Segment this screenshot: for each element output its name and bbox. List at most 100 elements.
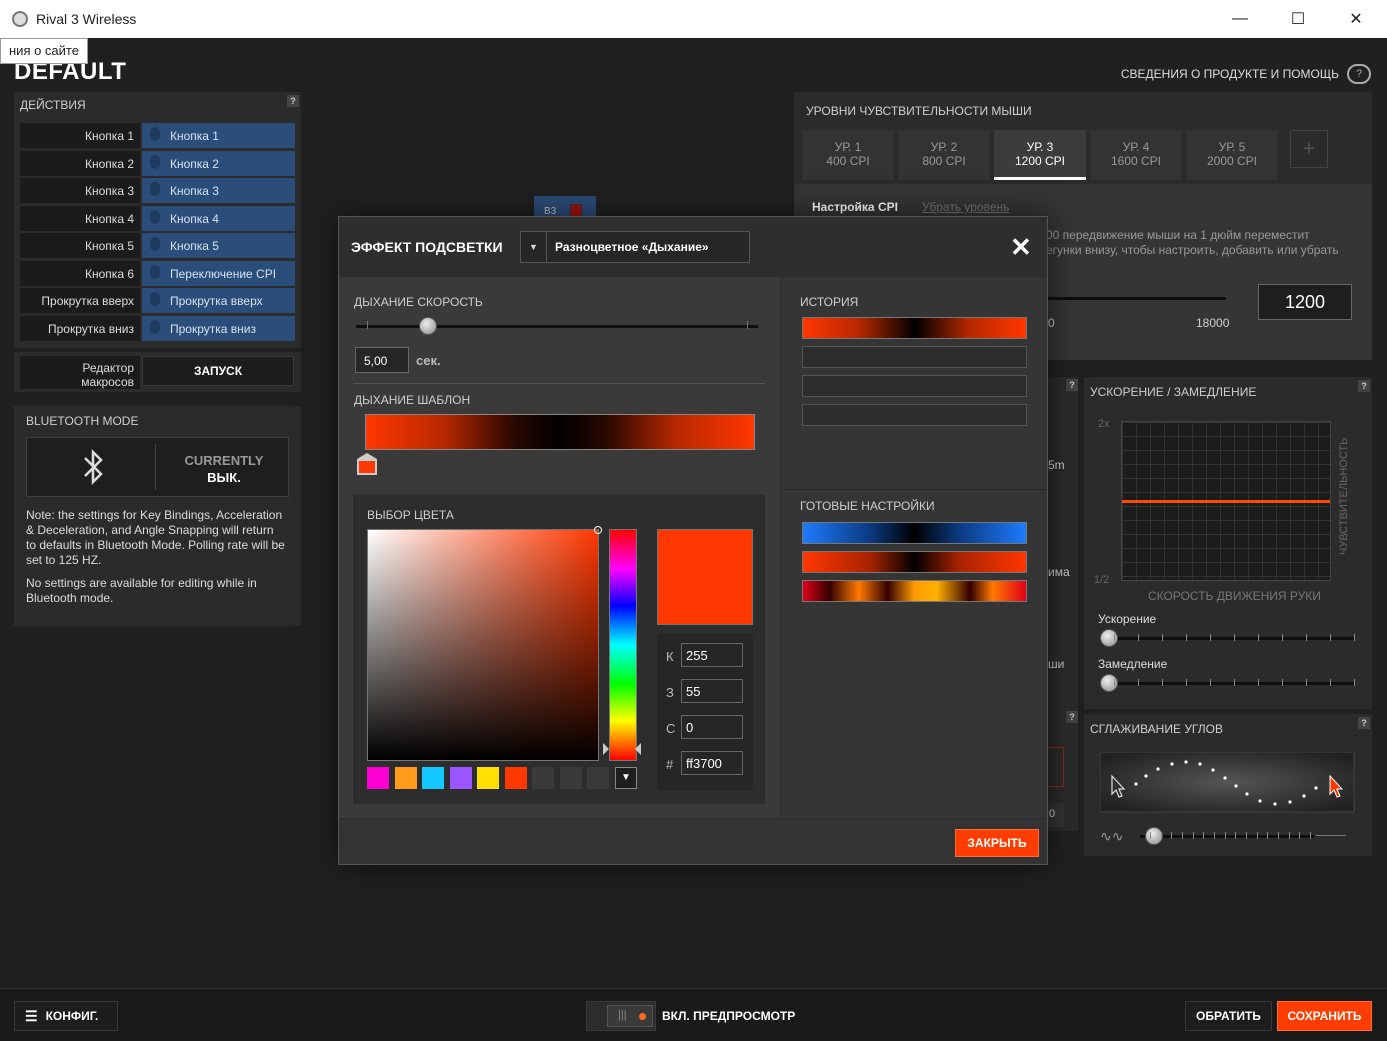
action-binding[interactable]: Кнопка 3 (142, 178, 295, 203)
action-row[interactable]: Кнопка 6 Переключение CPI (20, 260, 295, 286)
action-binding[interactable]: Прокрутка вниз (142, 315, 295, 341)
action-row[interactable]: Кнопка 3 Кнопка 3 (20, 178, 295, 203)
action-binding[interactable]: Кнопка 4 (142, 205, 295, 231)
cpi-slider[interactable] (1046, 297, 1226, 300)
speed-tick-min (367, 321, 368, 329)
cpi-level-name: УР. 3 (1026, 140, 1054, 154)
action-row[interactable]: Кнопка 5 Кнопка 5 (20, 233, 295, 258)
accel-slider-track[interactable] (1102, 637, 1354, 640)
close-window-button[interactable]: ✕ (1327, 0, 1385, 38)
decel-slider-knob[interactable] (1100, 674, 1118, 692)
color-swatch[interactable] (587, 767, 609, 789)
color-swatch[interactable] (504, 767, 527, 789)
saturation-value-picker[interactable] (367, 526, 602, 761)
add-cpi-level-button[interactable]: + (1290, 130, 1328, 168)
bluetooth-toggle[interactable]: CURRENTLY ВЫК. (26, 437, 289, 497)
cpi-level-tab[interactable]: УР. 4 1600 CPI (1090, 130, 1182, 180)
minimize-button[interactable]: — (1211, 0, 1269, 38)
remove-level-link[interactable]: Убрать уровень (922, 200, 1009, 214)
preset-fire[interactable] (802, 580, 1027, 602)
history-item-2[interactable] (802, 346, 1027, 368)
cpi-level-value: 1600 CPI (1110, 154, 1162, 168)
cpi-level-value: 2000 CPI (1206, 154, 1258, 168)
mouse-icon (150, 292, 160, 306)
color-swatch[interactable] (394, 767, 417, 789)
action-row[interactable]: Кнопка 1 Кнопка 1 (20, 123, 295, 148)
action-binding[interactable]: Прокрутка вверх (142, 288, 295, 313)
cpi-level-tab[interactable]: УР. 3 1200 CPI (994, 130, 1086, 180)
accel-slider-knob[interactable] (1100, 629, 1118, 647)
partial-help-icon-2[interactable]: ? (1066, 711, 1078, 723)
cpi-level-name: УР. 2 (930, 140, 958, 154)
template-gradient[interactable] (365, 414, 755, 450)
hue-handle-left[interactable] (603, 743, 609, 755)
partial-help-icon[interactable]: ? (1066, 379, 1078, 391)
dropdown-arrow-icon: ▼ (521, 232, 547, 262)
breath-speed-knob[interactable] (419, 317, 438, 335)
effect-dropdown-value: Разноцветное «Дыхание» (555, 240, 709, 254)
dialog-close-button[interactable]: ЗАКРЫТЬ (955, 829, 1039, 857)
actions-help-icon[interactable]: ? (287, 95, 299, 107)
effect-dropdown[interactable]: ▼ Разноцветное «Дыхание» (520, 231, 750, 263)
cpi-level-tab[interactable]: УР. 2 800 CPI (898, 130, 990, 180)
macro-launch-button[interactable]: ЗАПУСК (142, 356, 294, 386)
breath-speed-input[interactable]: 5,00 (355, 347, 409, 373)
cpi-level-tab[interactable]: УР. 1 400 CPI (802, 130, 894, 180)
accel-y-top: 2x (1098, 418, 1110, 430)
maximize-button[interactable]: ☐ (1269, 0, 1327, 38)
color-swatch[interactable] (559, 767, 582, 789)
history-item-3[interactable] (802, 375, 1027, 397)
slider-tick (1330, 679, 1331, 686)
green-input[interactable]: 55 (681, 679, 743, 703)
current-color-preview (657, 529, 753, 625)
color-swatch[interactable] (449, 767, 472, 789)
hex-input[interactable]: ff3700 (681, 751, 743, 775)
hash-label: # (666, 757, 674, 772)
action-row[interactable]: Кнопка 2 Кнопка 2 (20, 150, 295, 176)
decel-slider-track[interactable] (1102, 682, 1354, 685)
swatch-more-icon[interactable]: ▼ (615, 767, 637, 789)
breath-speed-track[interactable] (356, 325, 758, 328)
save-button[interactable]: СОХРАНИТЬ (1277, 1001, 1372, 1031)
actions-title: ДЕЙСТВИЯ (20, 98, 86, 112)
accel-y-label: ЧУВСТВИТЕЛЬНОСТЬ (1338, 437, 1350, 555)
preset-orange[interactable] (802, 551, 1027, 573)
revert-button[interactable]: ОБРАТИТЬ (1185, 1001, 1272, 1031)
action-row[interactable]: Прокрутка вверх Прокрутка вверх (20, 288, 295, 313)
sv-picker-cursor[interactable] (594, 526, 602, 534)
action-binding[interactable]: Кнопка 2 (142, 150, 295, 176)
hue-handle-right[interactable] (635, 743, 641, 755)
product-help-link[interactable]: СВЕДЕНИЯ О ПРОДУКТЕ И ПОМОЩЬ ? (1121, 64, 1371, 84)
blue-input[interactable]: 0 (681, 715, 743, 739)
cpi-value-input[interactable]: 1200 (1258, 284, 1352, 320)
action-binding[interactable]: Кнопка 1 (142, 123, 295, 148)
cpi-max-label: 18000 (1196, 316, 1230, 330)
color-swatch[interactable] (477, 767, 499, 789)
preview-toggle-thumb: ||| (607, 1005, 653, 1027)
acceleration-help-icon[interactable]: ? (1358, 380, 1370, 392)
action-binding[interactable]: Переключение CPI (142, 260, 295, 286)
red-input[interactable]: 255 (681, 643, 743, 667)
speed-tick-max (747, 321, 748, 329)
wave-icon: ∿∿ (1100, 828, 1124, 844)
action-binding[interactable]: Кнопка 5 (142, 233, 295, 258)
accel-x-label: СКОРОСТЬ ДВИЖЕНИЯ РУКИ (1148, 589, 1321, 603)
action-row[interactable]: Кнопка 4 Кнопка 4 (20, 205, 295, 231)
action-row[interactable]: Прокрутка вниз Прокрутка вниз (20, 315, 295, 341)
color-swatch[interactable] (422, 767, 444, 789)
cpi-settings-tab[interactable]: Настройка CPI (812, 200, 898, 214)
history-item-1[interactable] (802, 317, 1027, 339)
config-button[interactable]: ☰ КОНФИГ. (14, 1001, 118, 1031)
gradient-stop-handle[interactable] (357, 453, 377, 475)
actions-panel: ДЕЙСТВИЯ ? Кнопка 1 Кнопка 1 Кнопка 2 Кнопк… (14, 92, 301, 348)
slider-tick (1246, 832, 1247, 839)
preview-toggle[interactable]: ||| (586, 1001, 656, 1031)
angle-help-icon[interactable]: ? (1358, 717, 1370, 729)
history-item-4[interactable] (802, 404, 1027, 426)
preset-blue[interactable] (802, 522, 1027, 544)
hue-slider[interactable] (609, 529, 637, 761)
color-swatch[interactable] (367, 767, 389, 789)
cpi-level-tab[interactable]: УР. 5 2000 CPI (1186, 130, 1278, 180)
dialog-close-icon[interactable]: ✕ (1010, 234, 1032, 260)
color-swatch[interactable] (532, 767, 554, 789)
